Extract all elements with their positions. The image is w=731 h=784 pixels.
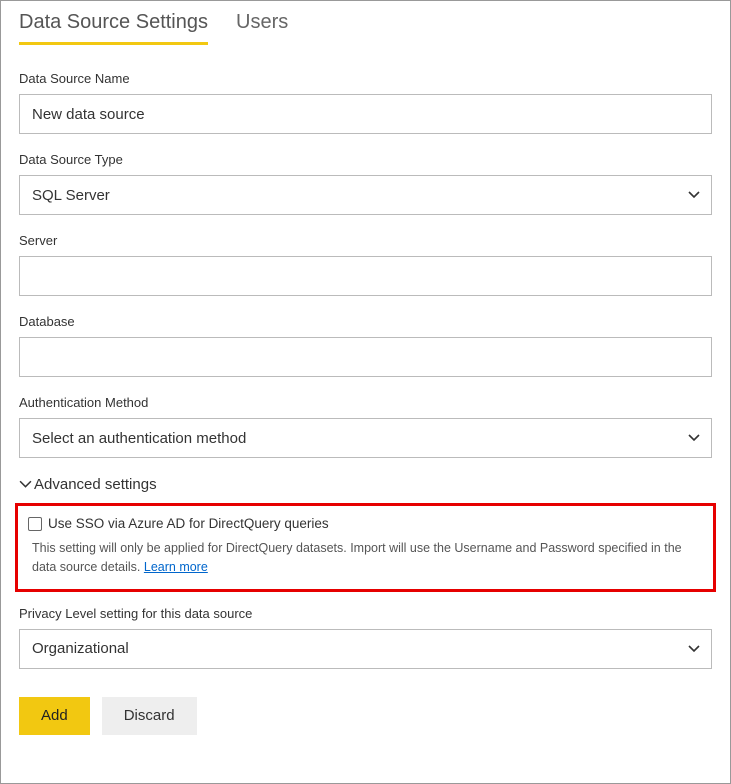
advanced-settings-toggle[interactable]: Advanced settings	[19, 476, 712, 493]
button-row: Add Discard	[19, 697, 712, 735]
database-input[interactable]	[19, 337, 712, 377]
database-label: Database	[19, 314, 712, 329]
sso-checkbox-label: Use SSO via Azure AD for DirectQuery que…	[48, 516, 329, 531]
field-type: Data Source Type SQL Server	[19, 152, 712, 215]
tab-users[interactable]: Users	[236, 11, 288, 45]
sso-highlight-box: Use SSO via Azure AD for DirectQuery que…	[15, 503, 716, 592]
name-label: Data Source Name	[19, 71, 712, 86]
sso-checkbox[interactable]	[28, 517, 42, 531]
server-input[interactable]	[19, 256, 712, 296]
field-database: Database	[19, 314, 712, 377]
auth-label: Authentication Method	[19, 395, 712, 410]
sso-checkbox-row: Use SSO via Azure AD for DirectQuery que…	[28, 516, 703, 531]
server-label: Server	[19, 233, 712, 248]
field-auth: Authentication Method Select an authenti…	[19, 395, 712, 458]
chevron-down-icon	[19, 476, 32, 493]
field-privacy: Privacy Level setting for this data sour…	[19, 606, 712, 669]
privacy-select[interactable]: Organizational	[19, 629, 712, 669]
sso-helper-text: This setting will only be applied for Di…	[28, 539, 703, 577]
type-label: Data Source Type	[19, 152, 712, 167]
field-server: Server	[19, 233, 712, 296]
tab-bar: Data Source Settings Users	[1, 1, 730, 45]
settings-form: Data Source Name Data Source Type SQL Se…	[1, 45, 730, 753]
type-select[interactable]: SQL Server	[19, 175, 712, 215]
auth-select[interactable]: Select an authentication method	[19, 418, 712, 458]
field-name: Data Source Name	[19, 71, 712, 134]
discard-button[interactable]: Discard	[102, 697, 197, 735]
advanced-label: Advanced settings	[34, 476, 157, 493]
name-input[interactable]	[19, 94, 712, 134]
privacy-label: Privacy Level setting for this data sour…	[19, 606, 712, 621]
learn-more-link[interactable]: Learn more	[144, 560, 208, 574]
tab-data-source-settings[interactable]: Data Source Settings	[19, 11, 208, 45]
add-button[interactable]: Add	[19, 697, 90, 735]
